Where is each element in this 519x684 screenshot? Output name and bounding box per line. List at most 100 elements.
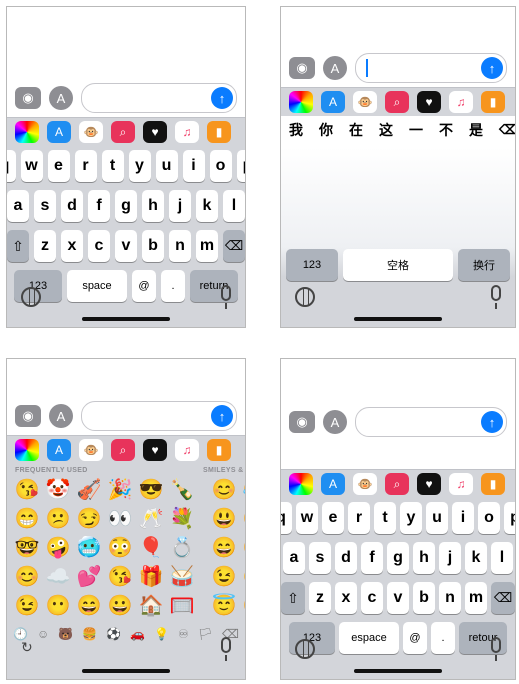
emoji[interactable]: 🥁 [168, 564, 196, 590]
key[interactable]: f [88, 190, 110, 222]
key[interactable]: a [7, 190, 29, 222]
key[interactable]: p [504, 502, 515, 534]
microphone-icon[interactable] [491, 637, 501, 661]
key[interactable]: d [61, 190, 83, 222]
emoji[interactable]: 😇 [210, 593, 238, 619]
key[interactable]: s [309, 542, 331, 574]
animoji-icon[interactable]: 🐵 [79, 121, 103, 143]
key[interactable]: c [361, 582, 383, 614]
candidate[interactable]: 你 [319, 120, 333, 140]
key[interactable]: r [348, 502, 370, 534]
emoji[interactable]: 🤣 [241, 564, 245, 590]
abc-key[interactable]: ↻ [21, 639, 33, 656]
key[interactable]: x [335, 582, 357, 614]
photos-icon[interactable] [289, 91, 313, 113]
send-icon[interactable]: ↑ [211, 87, 233, 109]
emoji[interactable]: 😁 [13, 506, 41, 532]
candidate[interactable]: 一 [409, 120, 423, 140]
key[interactable]: k [465, 542, 487, 574]
key[interactable]: b [413, 582, 435, 614]
search-icon[interactable]: ⌕ [111, 439, 135, 461]
emoji[interactable]: 😘 [106, 564, 134, 590]
emoji[interactable]: 😎 [137, 477, 165, 503]
app-store-button[interactable]: A [323, 410, 347, 434]
camera-button[interactable]: ◉ [289, 411, 315, 433]
key[interactable]: h [413, 542, 435, 574]
emoji[interactable]: 🥶 [75, 535, 103, 561]
emoji[interactable]: 😆 [241, 506, 245, 532]
more-apps-icon[interactable]: ▮ [481, 91, 505, 113]
candidate[interactable]: 我 [289, 120, 303, 140]
emoji[interactable]: 💍 [168, 535, 196, 561]
emoji[interactable]: 😘 [13, 477, 41, 503]
app-store-button[interactable]: A [49, 404, 73, 428]
key[interactable]: o [209, 150, 232, 182]
emoji[interactable]: 😉 [210, 564, 238, 590]
emoji[interactable]: 😊 [210, 477, 238, 503]
key[interactable]: u [155, 150, 178, 182]
backspace-icon[interactable]: ⌫ [491, 582, 515, 614]
emoji[interactable]: 😌 [241, 593, 245, 619]
key[interactable]: w [20, 150, 43, 182]
key[interactable]: g [387, 542, 409, 574]
message-input[interactable]: ↑ [81, 401, 237, 431]
search-icon[interactable]: ⌕ [385, 91, 409, 113]
key[interactable]: t [374, 502, 396, 534]
key[interactable]: s [34, 190, 56, 222]
key[interactable]: z [309, 582, 331, 614]
candidate[interactable]: 在 [349, 120, 363, 140]
emoji[interactable]: 😳 [106, 535, 134, 561]
emoji[interactable]: 😉 [13, 593, 41, 619]
heart-icon[interactable]: ♥ [143, 439, 167, 461]
emoji[interactable]: 👀 [106, 506, 134, 532]
key[interactable]: h [142, 190, 164, 222]
key[interactable]: t [101, 150, 124, 182]
emoji[interactable]: 🤪 [44, 535, 72, 561]
key[interactable]: u [426, 502, 448, 534]
more-apps-icon[interactable]: ▮ [207, 121, 231, 143]
key[interactable]: m [465, 582, 487, 614]
more-apps-icon[interactable]: ▮ [481, 473, 505, 495]
key[interactable]: q [281, 502, 292, 534]
search-icon[interactable]: ⌕ [111, 121, 135, 143]
key[interactable]: l [223, 190, 245, 222]
key[interactable]: c [88, 230, 110, 262]
microphone-icon[interactable] [491, 285, 501, 309]
animoji-icon[interactable]: 🐵 [79, 439, 103, 461]
app-store-icon[interactable]: A [47, 121, 71, 143]
key[interactable]: j [439, 542, 461, 574]
music-icon[interactable]: ♫ [449, 91, 473, 113]
emoji[interactable]: 😃 [210, 506, 238, 532]
key[interactable]: r [74, 150, 97, 182]
photos-icon[interactable] [15, 121, 39, 143]
heart-icon[interactable]: ♥ [143, 121, 167, 143]
key[interactable]: n [169, 230, 191, 262]
key[interactable]: e [322, 502, 344, 534]
message-input[interactable]: ↑ [81, 83, 237, 113]
key[interactable]: l [491, 542, 513, 574]
emoji[interactable]: 🎁 [137, 564, 165, 590]
music-icon[interactable]: ♫ [175, 121, 199, 143]
animoji-icon[interactable]: 🐵 [353, 473, 377, 495]
key[interactable]: v [387, 582, 409, 614]
heart-icon[interactable]: ♥ [417, 473, 441, 495]
emoji[interactable]: 💐 [168, 506, 196, 532]
microphone-icon[interactable] [221, 637, 231, 661]
shift-icon[interactable]: ⇧ [7, 230, 29, 262]
emoji[interactable]: 💕 [75, 564, 103, 590]
emoji[interactable]: 🎉 [106, 477, 134, 503]
app-store-icon[interactable]: A [321, 91, 345, 113]
send-icon[interactable]: ↑ [211, 405, 233, 427]
app-store-icon[interactable]: A [321, 473, 345, 495]
emoji[interactable]: 😕 [44, 506, 72, 532]
heart-icon[interactable]: ♥ [417, 91, 441, 113]
microphone-icon[interactable] [221, 285, 231, 309]
key[interactable]: a [283, 542, 305, 574]
emoji[interactable]: 😂 [241, 477, 245, 503]
globe-icon[interactable] [295, 639, 315, 659]
candidate[interactable]: 是 [469, 120, 483, 140]
backspace-icon[interactable]: ⌫ [223, 230, 245, 262]
emoji[interactable]: 🍾 [168, 477, 196, 503]
backspace-icon[interactable]: ⌫ [499, 122, 515, 138]
app-store-button[interactable]: A [323, 56, 347, 80]
